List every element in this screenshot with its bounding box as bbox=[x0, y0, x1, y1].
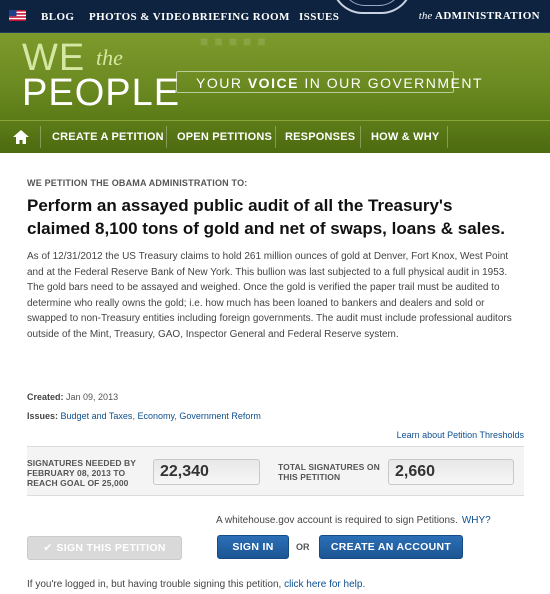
or-separator: OR bbox=[296, 542, 310, 552]
nav-divider bbox=[447, 126, 448, 148]
nav-blog[interactable]: BLOG bbox=[41, 11, 74, 23]
help-notice: If you're logged in, but having trouble … bbox=[27, 579, 365, 590]
learn-thresholds-link[interactable]: Learn about Petition Thresholds bbox=[397, 430, 524, 440]
signatures-needed-label: SIGNATURES NEEDED BY FEBRUARY 08, 2013 T… bbox=[27, 458, 147, 488]
we-the-people-banner: ■ ■ ■ ■ ■ WE the PEOPLE YOUR VOICE IN OU… bbox=[0, 33, 550, 120]
petition-title: Perform an assayed public audit of all t… bbox=[27, 196, 506, 238]
signatures-needed-line-2: FEBRUARY 08, 2013 TO bbox=[27, 468, 126, 478]
petition-issues: Issues: Budget and Taxes, Economy, Gover… bbox=[27, 411, 261, 421]
admin-label: ADMINISTRATION bbox=[434, 10, 540, 22]
signature-counter: SIGNATURES NEEDED BY FEBRUARY 08, 2013 T… bbox=[27, 446, 524, 496]
nav-divider bbox=[40, 126, 41, 148]
why-link[interactable]: WHY? bbox=[462, 515, 491, 526]
petition-kicker: WE PETITION THE OBAMA ADMINISTRATION TO: bbox=[27, 178, 248, 188]
total-signatures-value: 2,660 bbox=[388, 459, 514, 485]
nav-photos-video[interactable]: PHOTOS & VIDEO bbox=[89, 11, 191, 23]
white-house-seal-icon[interactable] bbox=[331, 0, 413, 14]
tagline-bold: VOICE bbox=[247, 75, 299, 91]
create-account-button[interactable]: CREATE AN ACCOUNT bbox=[319, 535, 463, 559]
petition-created: Created: Jan 09, 2013 bbox=[27, 392, 118, 402]
issue-link-budget-taxes[interactable]: Budget and Taxes bbox=[61, 411, 133, 421]
total-signatures-label: TOTAL SIGNATURES ON THIS PETITION bbox=[278, 462, 388, 482]
account-required-notice: A whitehouse.gov account is required to … bbox=[216, 515, 491, 526]
signatures-needed-line-1: SIGNATURES NEEDED BY bbox=[27, 458, 137, 468]
help-text: If you're logged in, but having trouble … bbox=[27, 579, 282, 590]
tab-how-why[interactable]: HOW & WHY bbox=[371, 131, 439, 143]
nav-briefing-room[interactable]: BRIEFING ROOM bbox=[192, 11, 290, 23]
logo-the: the bbox=[96, 45, 123, 70]
issue-link-economy[interactable]: Economy bbox=[137, 411, 174, 421]
check-icon: ✔ bbox=[43, 542, 53, 554]
created-label: Created: bbox=[27, 392, 64, 402]
nav-administration[interactable]: the ADMINISTRATION bbox=[419, 10, 540, 22]
total-signatures-line-1: TOTAL SIGNATURES ON bbox=[278, 462, 380, 472]
help-link[interactable]: click here for help. bbox=[284, 579, 365, 590]
logo-people: PEOPLE bbox=[22, 72, 181, 114]
petition-nav: CREATE A PETITION OPEN PETITIONS RESPONS… bbox=[0, 120, 550, 153]
petition-body: As of 12/31/2012 the US Treasury claims … bbox=[27, 251, 512, 340]
account-required-text: A whitehouse.gov account is required to … bbox=[216, 515, 458, 526]
issues-label: Issues: bbox=[27, 411, 59, 421]
nav-divider bbox=[166, 126, 167, 148]
tagline-pre: YOUR bbox=[196, 75, 243, 91]
sign-petition-label: SIGN THIS PETITION bbox=[56, 542, 166, 554]
sign-in-button[interactable]: SIGN IN bbox=[217, 535, 289, 559]
nav-divider bbox=[360, 126, 361, 148]
sign-petition-button[interactable]: ✔ SIGN THIS PETITION bbox=[27, 536, 182, 560]
tagline-post: IN OUR GOVERNMENT bbox=[304, 75, 484, 91]
signatures-needed-value: 22,340 bbox=[153, 459, 260, 485]
admin-prefix: the bbox=[418, 10, 433, 22]
tab-create-petition[interactable]: CREATE A PETITION bbox=[52, 131, 164, 143]
tab-responses[interactable]: RESPONSES bbox=[285, 131, 355, 143]
tagline: YOUR VOICE IN OUR GOVERNMENT bbox=[196, 75, 483, 91]
signatures-needed-line-3: REACH GOAL OF 25,000 bbox=[27, 478, 129, 488]
nav-issues[interactable]: ISSUES bbox=[299, 11, 339, 23]
issue-link-government-reform[interactable]: Government Reform bbox=[179, 411, 261, 421]
total-signatures-line-2: THIS PETITION bbox=[278, 472, 341, 482]
banner-background-texture: ■ ■ ■ ■ ■ bbox=[200, 33, 267, 49]
top-nav: BLOG PHOTOS & VIDEO BRIEFING ROOM ISSUES… bbox=[0, 0, 550, 33]
petition-content: WE PETITION THE OBAMA ADMINISTRATION TO:… bbox=[27, 178, 527, 342]
home-icon[interactable] bbox=[8, 125, 34, 149]
created-date: Jan 09, 2013 bbox=[66, 392, 119, 402]
nav-divider bbox=[275, 126, 276, 148]
us-flag-icon bbox=[9, 10, 26, 21]
tab-open-petitions[interactable]: OPEN PETITIONS bbox=[177, 131, 272, 143]
